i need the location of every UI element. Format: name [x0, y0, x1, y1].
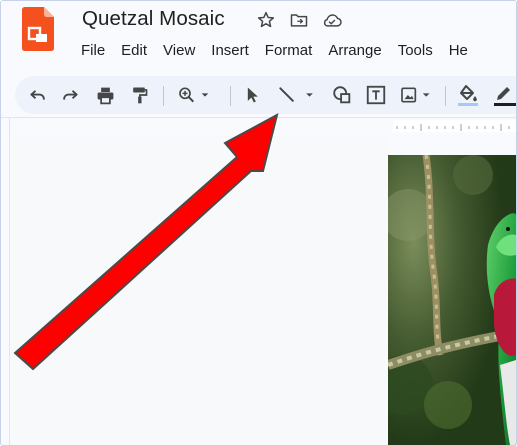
red-arrow-pointer: [13, 113, 279, 371]
app-window: Quetzal Mosaic File Edit View Insert For…: [0, 0, 517, 446]
